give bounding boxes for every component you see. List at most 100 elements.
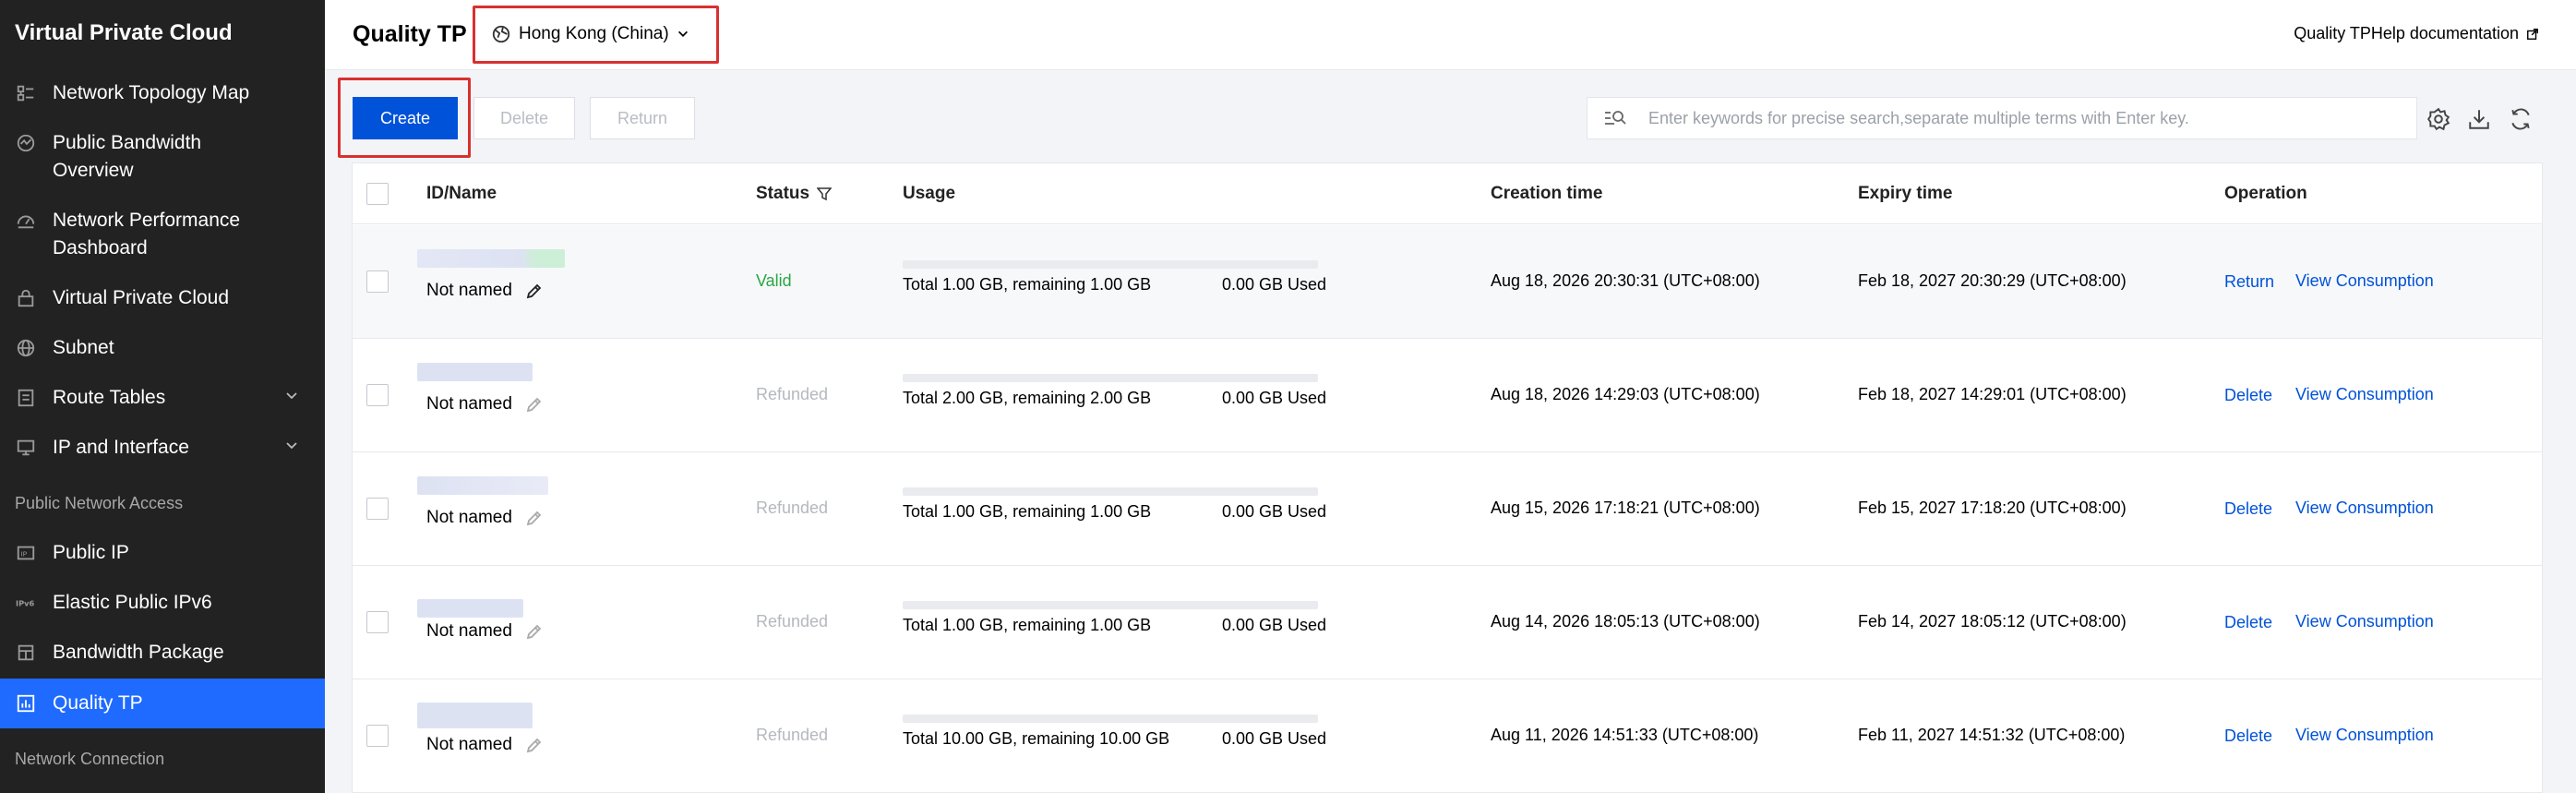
- row-checkbox[interactable]: [366, 498, 389, 520]
- expiry-time: Feb 15, 2027 17:18:20 (UTC+08:00): [1858, 499, 2127, 517]
- resource-name-label: Not named: [426, 735, 512, 754]
- return-link[interactable]: Return: [2224, 272, 2274, 292]
- creation-time: Aug 14, 2026 18:05:13 (UTC+08:00): [1491, 612, 1760, 631]
- chevron-down-icon: [286, 442, 297, 450]
- resource-name-label: Not named: [426, 621, 512, 641]
- delete-button[interactable]: Delete: [473, 97, 575, 139]
- sidebar-item-network-topology-map[interactable]: Network Topology Map: [0, 79, 325, 107]
- sidebar-item-public-ip[interactable]: IP Public IP: [0, 539, 325, 567]
- sidebar-item-label: Public IP: [53, 542, 129, 563]
- edit-icon[interactable]: [525, 282, 544, 300]
- sidebar-item-bandwidth-package[interactable]: Bandwidth Package: [0, 639, 325, 667]
- resource-id-redacted: [417, 599, 523, 618]
- resource-id-redacted: [417, 476, 548, 495]
- search-input[interactable]: [1648, 108, 2405, 128]
- sidebar-item-subnet[interactable]: Subnet: [0, 334, 325, 362]
- download-icon[interactable]: [2467, 107, 2491, 131]
- sidebar-item-label: Route Tables: [53, 387, 166, 408]
- chevron-down-icon: [677, 30, 688, 37]
- region-selector[interactable]: Hong Kong (China): [491, 17, 697, 52]
- status-badge: Refunded: [756, 385, 829, 403]
- create-button[interactable]: Create: [353, 97, 458, 139]
- creation-time: Aug 18, 2026 20:30:31 (UTC+08:00): [1491, 271, 1760, 290]
- resource-name: Not named: [426, 281, 544, 301]
- resource-name-label: Not named: [426, 281, 512, 300]
- delete-link[interactable]: Delete: [2224, 727, 2272, 746]
- resource-id-redacted: [417, 249, 565, 268]
- route-table-icon: [15, 387, 37, 409]
- globe-icon: [492, 25, 510, 43]
- gear-icon[interactable]: [2426, 107, 2450, 131]
- view-consumption-link[interactable]: View Consumption: [2295, 726, 2434, 745]
- chevron-down-icon: [286, 392, 297, 400]
- sidebar-item-ip-and-interface[interactable]: IP and Interface: [0, 434, 325, 462]
- usage-progress-bar: [903, 260, 1318, 269]
- usage-text: Total 1.00 GB, remaining 1.00 GB: [903, 616, 1152, 634]
- usage-text: Total 1.00 GB, remaining 1.00 GB: [903, 502, 1152, 521]
- edit-icon[interactable]: [525, 622, 544, 641]
- column-creation-time: Creation time: [1491, 184, 1603, 203]
- sidebar-item-quality-tp[interactable]: Quality TP: [0, 679, 325, 728]
- table-row: Not named Refunded Total 2.00 GB, remain…: [353, 339, 2542, 452]
- resource-id-redacted: [417, 363, 533, 381]
- usage-used: 0.00 GB Used: [1222, 275, 1327, 294]
- external-link-icon: [2527, 28, 2538, 40]
- view-consumption-link[interactable]: View Consumption: [2295, 612, 2434, 631]
- row-checkbox[interactable]: [366, 384, 389, 406]
- table-header: ID/Name Status Usage Creation time Expir…: [353, 163, 2542, 224]
- svg-text:IPv6: IPv6: [16, 599, 34, 608]
- view-consumption-link[interactable]: View Consumption: [2295, 385, 2434, 404]
- view-consumption-link[interactable]: View Consumption: [2295, 499, 2434, 518]
- column-usage: Usage: [903, 184, 956, 203]
- sidebar-item-label: Elastic Public IPv6: [53, 592, 212, 613]
- sidebar: Virtual Private Cloud Network Topology M…: [0, 0, 325, 793]
- status-badge: Refunded: [756, 612, 829, 631]
- resource-name: Not named: [426, 508, 544, 528]
- table-row: Not named Refunded Total 1.00 GB, remain…: [353, 566, 2542, 679]
- sidebar-item-label: IP and Interface: [53, 437, 189, 458]
- usage-progress-bar: [903, 487, 1318, 496]
- edit-icon[interactable]: [525, 395, 544, 414]
- table-row: Not named Refunded Total 10.00 GB, remai…: [353, 679, 2542, 793]
- sidebar-item-label: Bandwidth Package: [53, 642, 224, 663]
- sidebar-section-network-connection: Network Connection: [15, 750, 165, 768]
- delete-link[interactable]: Delete: [2224, 499, 2272, 519]
- sidebar-item-public-bandwidth-overview[interactable]: Public Bandwidth Overview: [0, 129, 325, 185]
- select-all-checkbox[interactable]: [366, 183, 389, 205]
- usage-used: 0.00 GB Used: [1222, 616, 1327, 634]
- sidebar-item-network-performance-dashboard[interactable]: Network Performance Dashboard: [0, 207, 325, 262]
- usage-text: Total 2.00 GB, remaining 2.00 GB: [903, 389, 1152, 407]
- resource-name-label: Not named: [426, 508, 512, 527]
- edit-icon[interactable]: [525, 509, 544, 527]
- sidebar-item-route-tables[interactable]: Route Tables: [0, 384, 325, 412]
- creation-time: Aug 15, 2026 17:18:21 (UTC+08:00): [1491, 499, 1760, 517]
- view-consumption-link[interactable]: View Consumption: [2295, 271, 2434, 291]
- sidebar-item-label: Subnet: [53, 337, 114, 358]
- sidebar-item-virtual-private-cloud[interactable]: Virtual Private Cloud: [0, 284, 325, 312]
- usage-used: 0.00 GB Used: [1222, 729, 1327, 748]
- expiry-time: Feb 14, 2027 18:05:12 (UTC+08:00): [1858, 612, 2127, 631]
- expiry-time: Feb 11, 2027 14:51:32 (UTC+08:00): [1858, 726, 2126, 744]
- return-button[interactable]: Return: [590, 97, 695, 139]
- resource-name: Not named: [426, 394, 544, 415]
- dashboard-icon: [15, 210, 37, 232]
- row-checkbox[interactable]: [366, 270, 389, 293]
- delete-link[interactable]: Delete: [2224, 613, 2272, 632]
- status-badge: Refunded: [756, 726, 829, 744]
- column-status-label: Status: [756, 184, 810, 203]
- sidebar-item-elastic-public-ipv6[interactable]: IPv6 Elastic Public IPv6: [0, 589, 325, 617]
- sidebar-item-label: Quality TP: [53, 692, 143, 714]
- edit-icon[interactable]: [525, 736, 544, 754]
- sidebar-item-label: Network Topology Map: [53, 82, 250, 103]
- row-checkbox[interactable]: [366, 611, 389, 633]
- svg-text:IP: IP: [21, 550, 28, 559]
- usage-progress-bar: [903, 374, 1318, 382]
- refresh-icon[interactable]: [2509, 107, 2533, 131]
- help-link-label: Quality TPHelp documentation: [2294, 24, 2519, 42]
- filter-icon[interactable]: [817, 186, 833, 201]
- column-status[interactable]: Status: [756, 184, 833, 204]
- row-checkbox[interactable]: [366, 725, 389, 747]
- search-box: [1587, 97, 2417, 139]
- delete-link[interactable]: Delete: [2224, 386, 2272, 405]
- help-documentation-link[interactable]: Quality TPHelp documentation: [2294, 24, 2539, 43]
